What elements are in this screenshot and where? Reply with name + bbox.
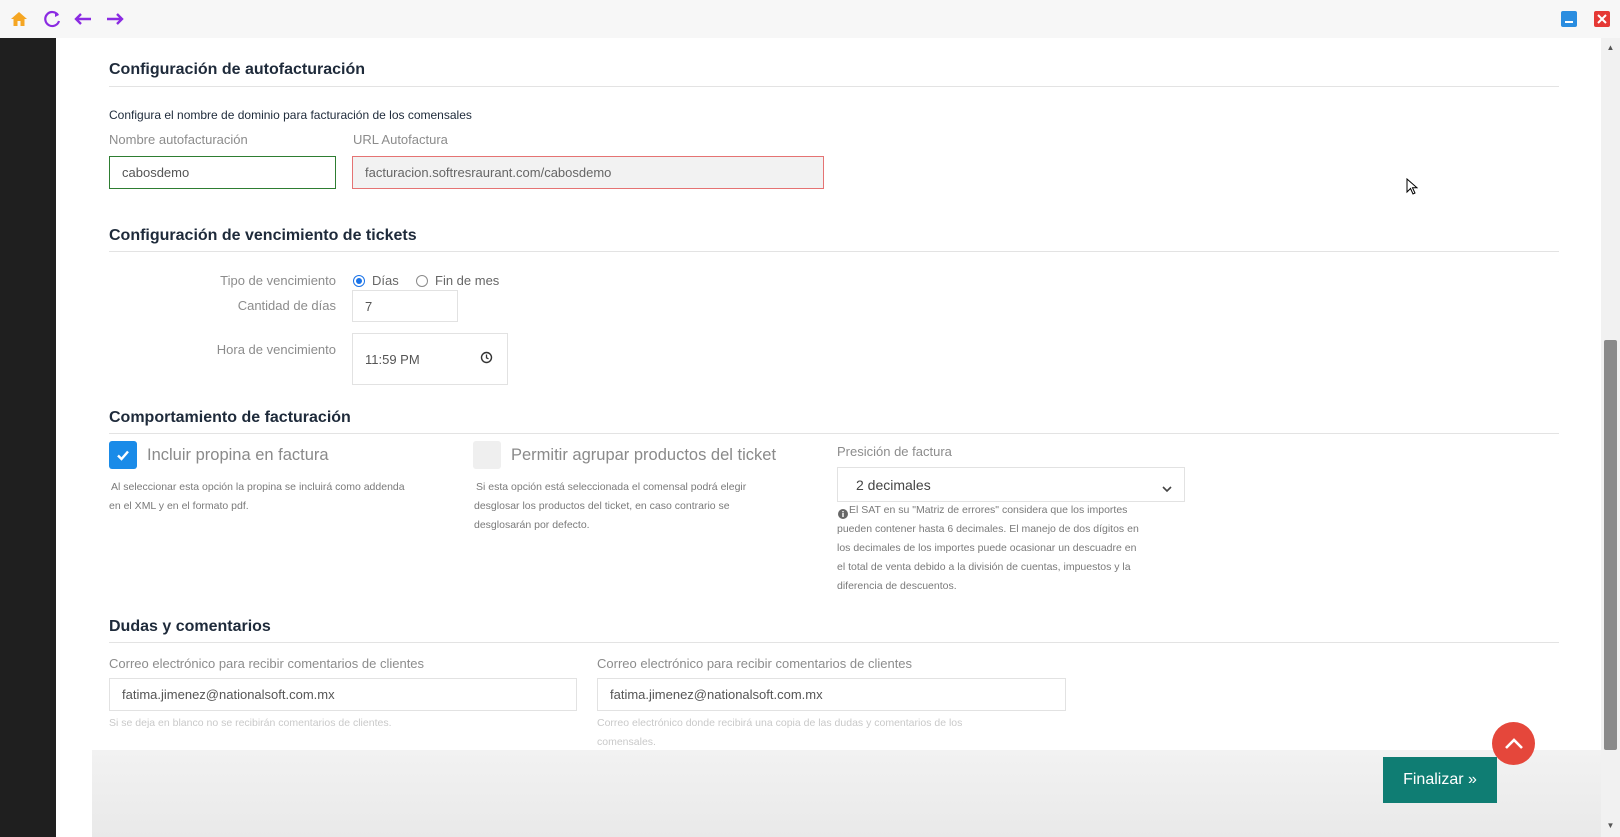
- radio-fin-de-mes-label[interactable]: Fin de mes: [435, 273, 499, 288]
- tipo-vencimiento-label: Tipo de vencimiento: [220, 273, 336, 288]
- precision-label: Presición de factura: [837, 444, 952, 459]
- hora-vencimiento-input[interactable]: 11:59 PM: [352, 333, 508, 385]
- section-title-dudas: Dudas y comentarios: [109, 618, 271, 635]
- mouse-cursor-icon: [1406, 177, 1419, 201]
- precision-help-line-1: El SAT en su "Matriz de errores" conside…: [849, 504, 1128, 516]
- email1-label: Correo electrónico para recibir comentar…: [109, 656, 425, 671]
- propina-help-line-2: en el XML y en el formato pdf.: [109, 500, 249, 512]
- section-divider: [109, 251, 1559, 252]
- left-sidebar-strip: [0, 38, 56, 837]
- email1-input[interactable]: fatima.jimenez@nationalsoft.com.mx: [109, 678, 577, 711]
- precision-help-line-3: los decimales de los importes puede ocas…: [837, 542, 1137, 554]
- bottom-action-bar: [92, 750, 1601, 837]
- window-titlebar: [0, 0, 1620, 38]
- home-icon[interactable]: [8, 8, 30, 30]
- section-divider: [109, 433, 1559, 434]
- propina-checkbox[interactable]: [109, 441, 137, 469]
- agrupar-help-line-3: desglosarán por defecto.: [474, 519, 590, 531]
- reload-icon[interactable]: [42, 8, 64, 30]
- nombre-autofacturacion-label: Nombre autofacturación: [109, 132, 248, 147]
- scroll-up-arrow-icon[interactable]: ▲: [1604, 42, 1617, 54]
- clock-icon[interactable]: [480, 351, 493, 367]
- chevron-down-icon: [1162, 480, 1172, 496]
- precision-help-line-2: pueden contener hasta 6 decimales. El ma…: [837, 523, 1139, 535]
- agrupar-help-line-2: desglosar los productos del ticket, en c…: [474, 500, 730, 512]
- nombre-autofacturacion-input[interactable]: cabosdemo: [109, 156, 336, 189]
- chevron-up-icon: [1504, 737, 1523, 749]
- forward-arrow-icon[interactable]: [104, 8, 126, 30]
- close-button[interactable]: [1594, 11, 1610, 27]
- email1-help: Si se deja en blanco no se recibirán com…: [109, 717, 392, 729]
- agrupar-help-line-1: Si esta opción está seleccionada el come…: [476, 481, 747, 493]
- precision-select[interactable]: 2 decimales: [837, 467, 1185, 502]
- email2-input[interactable]: fatima.jimenez@nationalsoft.com.mx: [597, 678, 1066, 711]
- propina-help-line-1: Al seleccionar esta opción la propina se…: [111, 481, 405, 493]
- section-divider: [109, 86, 1559, 87]
- autofacturacion-subtitle: Configura el nombre de dominio para fact…: [109, 108, 472, 122]
- main-content: Configuración de autofacturación Configu…: [56, 38, 1601, 837]
- radio-dias[interactable]: [353, 275, 365, 287]
- section-title-autofacturacion: Configuración de autofacturación: [109, 61, 366, 78]
- scroll-down-arrow-icon[interactable]: ▼: [1604, 820, 1617, 832]
- cantidad-dias-input[interactable]: 7: [352, 290, 458, 322]
- hora-vencimiento-value: 11:59 PM: [365, 351, 420, 367]
- section-title-vencimiento: Configuración de vencimiento de tickets: [109, 227, 417, 244]
- precision-help-line-5: diferencia de descuentos.: [837, 580, 957, 592]
- url-autofactura-label: URL Autofactura: [353, 132, 448, 147]
- propina-label[interactable]: Incluir propina en factura: [147, 446, 329, 465]
- section-divider: [109, 642, 1559, 643]
- scrollbar-thumb[interactable]: [1604, 340, 1617, 750]
- precision-help-line-4: el total de venta debido a la división d…: [837, 561, 1131, 573]
- minimize-button[interactable]: [1561, 11, 1577, 27]
- email2-label: Correo electrónico para recibir comentar…: [597, 656, 913, 671]
- finalizar-button[interactable]: Finalizar »: [1383, 757, 1497, 803]
- url-autofactura-input[interactable]: facturacion.softresraurant.com/cabosdemo: [352, 156, 824, 189]
- radio-fin-de-mes[interactable]: [416, 275, 428, 287]
- agrupar-label[interactable]: Permitir agrupar productos del ticket: [511, 446, 776, 465]
- precision-select-value: 2 decimales: [856, 476, 931, 493]
- agrupar-checkbox[interactable]: [473, 441, 501, 469]
- scroll-to-top-button[interactable]: [1492, 722, 1535, 765]
- radio-dias-label[interactable]: Días: [372, 273, 399, 288]
- back-arrow-icon[interactable]: [72, 8, 94, 30]
- section-title-comportamiento: Comportamiento de facturación: [109, 409, 351, 426]
- check-icon: [117, 450, 129, 461]
- hora-vencimiento-label: Hora de vencimiento: [216, 342, 336, 357]
- cantidad-dias-label: Cantidad de días: [237, 298, 336, 313]
- email2-help-line-1: Correo electrónico donde recibirá una co…: [597, 717, 963, 729]
